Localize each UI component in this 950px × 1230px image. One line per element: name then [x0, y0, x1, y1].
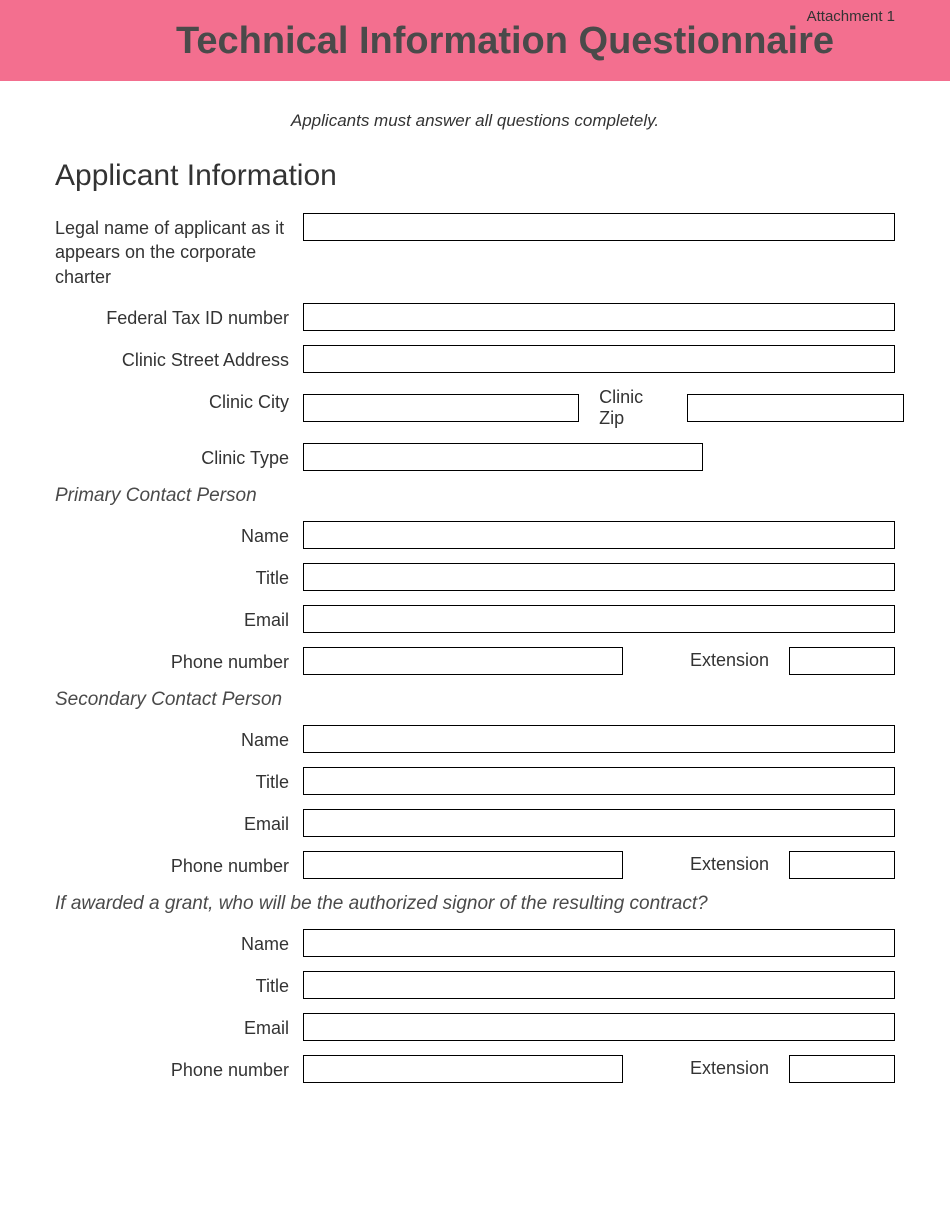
- signor-ext-label: Extension: [684, 1058, 775, 1079]
- legal-name-label: Legal name of applicant as it appears on…: [55, 213, 303, 289]
- form-content: Applicants must answer all questions com…: [0, 111, 950, 1137]
- section-heading: Applicant Information: [55, 159, 895, 193]
- secondary-email-label: Email: [55, 809, 303, 836]
- signor-name-field[interactable]: [303, 929, 895, 957]
- primary-contact-heading: Primary Contact Person: [55, 485, 895, 507]
- secondary-name-label: Name: [55, 725, 303, 752]
- secondary-email-field[interactable]: [303, 809, 895, 837]
- primary-ext-label: Extension: [684, 650, 775, 671]
- secondary-contact-heading: Secondary Contact Person: [55, 689, 895, 711]
- zip-label: Clinic Zip: [593, 387, 673, 429]
- signor-ext-field[interactable]: [789, 1055, 895, 1083]
- primary-email-label: Email: [55, 605, 303, 632]
- primary-title-field[interactable]: [303, 563, 895, 591]
- primary-phone-label: Phone number: [55, 647, 303, 674]
- signor-title-label: Title: [55, 971, 303, 998]
- signor-title-field[interactable]: [303, 971, 895, 999]
- secondary-title-field[interactable]: [303, 767, 895, 795]
- street-label: Clinic Street Address: [55, 345, 303, 372]
- signor-email-label: Email: [55, 1013, 303, 1040]
- secondary-ext-label: Extension: [684, 854, 775, 875]
- primary-ext-field[interactable]: [789, 647, 895, 675]
- city-field[interactable]: [303, 394, 579, 422]
- primary-name-label: Name: [55, 521, 303, 548]
- page-title: Technical Information Questionnaire: [115, 20, 895, 63]
- secondary-phone-label: Phone number: [55, 851, 303, 878]
- secondary-ext-field[interactable]: [789, 851, 895, 879]
- instruction-text: Applicants must answer all questions com…: [55, 111, 895, 131]
- secondary-phone-field[interactable]: [303, 851, 623, 879]
- tax-id-field[interactable]: [303, 303, 895, 331]
- city-label: Clinic City: [55, 387, 303, 414]
- signor-phone-field[interactable]: [303, 1055, 623, 1083]
- clinic-type-label: Clinic Type: [55, 443, 303, 470]
- signor-name-label: Name: [55, 929, 303, 956]
- zip-field[interactable]: [687, 394, 904, 422]
- primary-name-field[interactable]: [303, 521, 895, 549]
- attachment-label: Attachment 1: [807, 8, 895, 25]
- clinic-type-field[interactable]: [303, 443, 703, 471]
- tax-id-label: Federal Tax ID number: [55, 303, 303, 330]
- primary-title-label: Title: [55, 563, 303, 590]
- header-banner: Attachment 1 Technical Information Quest…: [0, 0, 950, 81]
- secondary-title-label: Title: [55, 767, 303, 794]
- signor-phone-label: Phone number: [55, 1055, 303, 1082]
- signor-heading: If awarded a grant, who will be the auth…: [55, 893, 895, 915]
- primary-phone-field[interactable]: [303, 647, 623, 675]
- street-field[interactable]: [303, 345, 895, 373]
- primary-email-field[interactable]: [303, 605, 895, 633]
- signor-email-field[interactable]: [303, 1013, 895, 1041]
- legal-name-field[interactable]: [303, 213, 895, 241]
- secondary-name-field[interactable]: [303, 725, 895, 753]
